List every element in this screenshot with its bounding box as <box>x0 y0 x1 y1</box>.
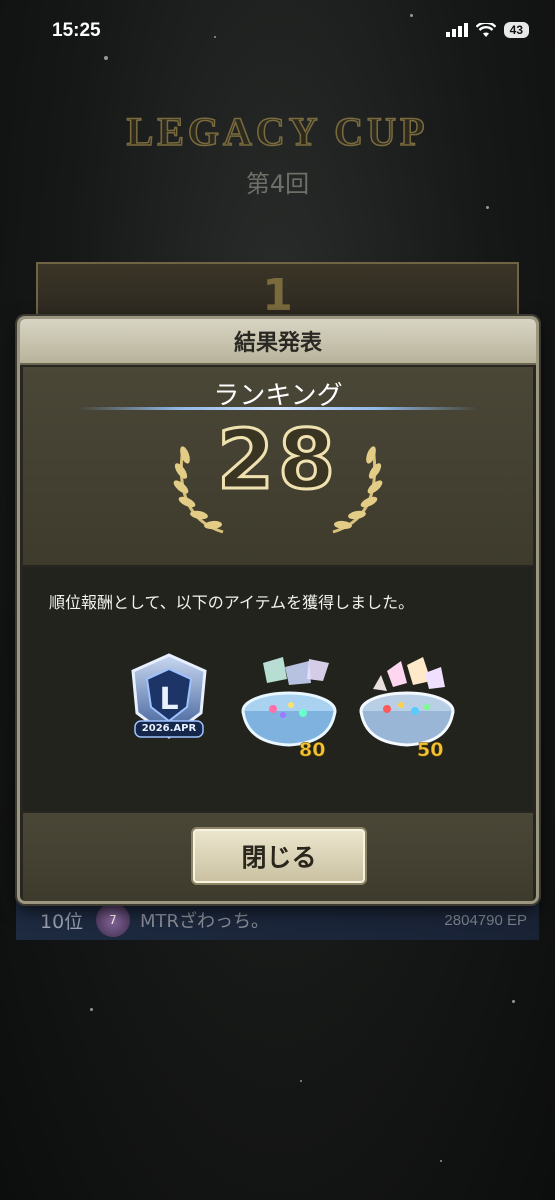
close-button[interactable]: 閉じる <box>191 827 367 885</box>
background-star <box>300 1080 302 1082</box>
reward-item-crystal-blue[interactable]: 80 <box>233 653 345 763</box>
player-name: MTRざわっち。 <box>140 911 270 932</box>
top-rank-number: 1 <box>262 270 293 321</box>
dialog-header: 結果発表 <box>20 319 536 365</box>
reward-item-badge[interactable]: L 2026.APR <box>121 649 217 749</box>
crystal-bowl-rainbow-icon <box>359 657 455 747</box>
wifi-icon <box>475 22 496 37</box>
rank-number: 28 <box>215 412 340 510</box>
crystal-bowl-blue-icon <box>241 657 337 747</box>
ranking-row-rank: 10位 <box>40 910 84 933</box>
badge-date-label: 2026.APR <box>141 723 197 734</box>
status-bar: 15:25 43 <box>0 0 555 62</box>
event-round: 第4回 <box>245 170 310 198</box>
battery-indicator: 43 <box>503 22 529 38</box>
status-time: 15:25 <box>52 20 101 41</box>
player-ep: 2804790 EP <box>444 911 527 929</box>
player-badge-icon: 7 <box>96 903 130 937</box>
background-star <box>440 1160 442 1162</box>
background-star <box>486 206 489 209</box>
status-icons: 43 <box>445 22 529 38</box>
dialog-footer: 閉じる <box>23 813 533 901</box>
reward-area: 順位報酬として、以下のアイテムを獲得しました。 L 2026.APR 80 50 <box>23 567 533 811</box>
reward-item-crystal-rainbow[interactable]: 50 <box>351 653 463 763</box>
svg-text:L: L <box>159 682 178 717</box>
event-title: LEGACY CUP <box>126 108 429 155</box>
ranking-row[interactable]: 10位 7 MTRざわっち。 2804790 EP <box>16 900 539 940</box>
legacy-cup-badge-icon: L <box>131 653 207 739</box>
rank-divider <box>78 407 478 410</box>
item-count: 80 <box>299 739 326 762</box>
background-star <box>512 1000 515 1003</box>
result-dialog: 結果発表 ランキング 28 順位報酬として、以下のアイテムを獲得しました。 L … <box>17 316 539 904</box>
background-star <box>90 1008 93 1011</box>
dialog-title: 結果発表 <box>233 331 322 356</box>
cellular-signal-icon <box>445 23 468 37</box>
item-count: 50 <box>417 739 444 762</box>
rank-panel: ランキング 28 <box>23 367 533 565</box>
reward-message: 順位報酬として、以下のアイテムを獲得しました。 <box>49 593 415 612</box>
